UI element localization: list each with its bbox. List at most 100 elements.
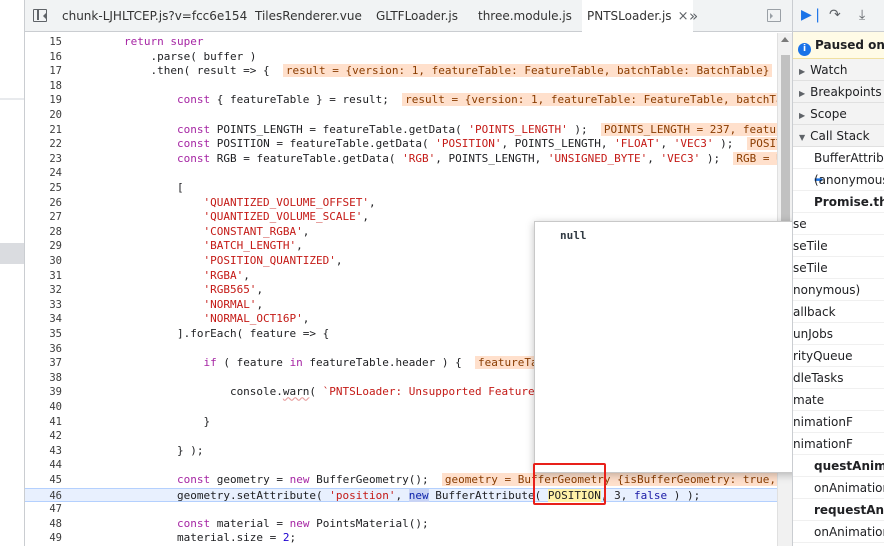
- code-token: .then( result => {: [71, 64, 283, 78]
- call-stack-frame[interactable]: unJobs: [793, 323, 884, 345]
- tab-tilesrenderer[interactable]: TilesRenderer.vue: [255, 0, 362, 32]
- call-stack-frame[interactable]: questAnim: [793, 455, 884, 477]
- call-stack-frame[interactable]: Promise.then: [793, 191, 884, 213]
- line-number[interactable]: 18: [25, 79, 62, 94]
- line-number[interactable]: 29: [25, 239, 62, 254]
- code-line[interactable]: 17 .then( result => { result = {version:…: [25, 64, 777, 79]
- code-token: [: [71, 181, 184, 194]
- line-number[interactable]: 20: [25, 108, 62, 123]
- close-icon[interactable]: ×: [678, 9, 689, 24]
- line-number[interactable]: 17: [25, 64, 62, 79]
- call-stack-frame[interactable]: dleTasks: [793, 367, 884, 389]
- tab-threemodule[interactable]: three.module.js: [478, 0, 572, 32]
- call-stack-frame[interactable]: nimationF: [793, 411, 884, 433]
- code-line[interactable]: 22 const POSITION = featureTable.getData…: [25, 137, 777, 152]
- call-stack-frame[interactable]: allback: [793, 301, 884, 323]
- line-number[interactable]: 41: [25, 415, 62, 430]
- line-number[interactable]: 21: [25, 123, 62, 138]
- line-number[interactable]: 40: [25, 400, 62, 415]
- call-stack-frame[interactable]: onAnimationF: [793, 477, 884, 499]
- line-number[interactable]: 25: [25, 181, 62, 196]
- line-number[interactable]: 37: [25, 356, 62, 371]
- code-line[interactable]: 18: [25, 79, 777, 94]
- more-tabs-icon[interactable]: »: [689, 0, 698, 32]
- line-number[interactable]: 26: [25, 196, 62, 211]
- call-stack-frame[interactable]: nimationF: [793, 433, 884, 455]
- code-line[interactable]: 46 geometry.setAttribute( 'position', ne…: [25, 487, 777, 504]
- line-number[interactable]: 28: [25, 225, 62, 240]
- scroll-up-icon[interactable]: [781, 37, 789, 42]
- line-number[interactable]: 32: [25, 283, 62, 298]
- line-number[interactable]: 38: [25, 371, 62, 386]
- code-text: if ( feature in featureTable.header ) { …: [71, 356, 541, 371]
- code-line[interactable]: 26 'QUANTIZED_VOLUME_OFFSET',: [25, 196, 777, 211]
- toggle-debugger-icon[interactable]: [767, 9, 781, 22]
- code-line[interactable]: 45 const geometry = new BufferGeometry()…: [25, 473, 777, 488]
- resume-icon[interactable]: ▶❘: [801, 7, 824, 23]
- call-stack-frame[interactable]: nonymous): [793, 279, 884, 301]
- toggle-navigator-icon[interactable]: [33, 9, 47, 22]
- line-number[interactable]: 49: [25, 531, 62, 546]
- call-stack-frame[interactable]: seTile: [793, 257, 884, 279]
- code-line[interactable]: 49 material.size = 2;: [25, 531, 777, 546]
- call-stack-frame[interactable]: rityQueue: [793, 345, 884, 367]
- line-number[interactable]: 36: [25, 342, 62, 357]
- call-stack-frame[interactable]: mate: [793, 389, 884, 411]
- code-text: console.warn( `PNTSLoader: Unsupported F…: [71, 385, 535, 400]
- section-breakpoints[interactable]: ▶ Breakpoints: [793, 81, 884, 103]
- line-number[interactable]: 24: [25, 166, 62, 181]
- call-stack-frame[interactable]: BufferAttribut: [793, 147, 884, 169]
- line-number[interactable]: 15: [25, 35, 62, 50]
- line-number[interactable]: 35: [25, 327, 62, 342]
- line-number[interactable]: 23: [25, 152, 62, 167]
- line-number[interactable]: 34: [25, 312, 62, 327]
- tab-gltfloader[interactable]: GLTFLoader.js: [376, 0, 458, 32]
- line-number[interactable]: 45: [25, 473, 62, 488]
- line-number[interactable]: 30: [25, 254, 62, 269]
- call-stack-frame[interactable]: requestAnim: [793, 499, 884, 521]
- navigator-panel: [0, 0, 25, 546]
- step-over-icon[interactable]: ↷: [829, 7, 841, 23]
- code-token: 'QUANTIZED_VOLUME_SCALE': [203, 210, 363, 224]
- line-number[interactable]: 16: [25, 50, 62, 65]
- call-stack-frame[interactable]: seTile: [793, 235, 884, 257]
- code-line[interactable]: 21 const POINTS_LENGTH = featureTable.ge…: [25, 122, 777, 138]
- code-line[interactable]: 25 [: [25, 181, 777, 196]
- line-number[interactable]: 27: [25, 210, 62, 225]
- line-number[interactable]: 39: [25, 385, 62, 400]
- tab-chunk[interactable]: chunk-LJHLTCEP.js?v=fcc6e154: [62, 0, 247, 32]
- code-line[interactable]: 19 const { featureTable } = result; resu…: [25, 93, 777, 108]
- section-label: Watch: [810, 63, 848, 77]
- line-number[interactable]: 46: [25, 489, 62, 504]
- line-number[interactable]: 33: [25, 298, 62, 313]
- code-token: ].forEach( feature => {: [71, 327, 330, 340]
- code-line[interactable]: 23 const RGB = featureTable.getData( 'RG…: [25, 151, 777, 167]
- code-text: const { featureTable } = result; result …: [71, 93, 777, 108]
- section-scope[interactable]: ▶ Scope: [793, 103, 884, 125]
- code-line[interactable]: 16 .parse( buffer ): [25, 50, 777, 65]
- code-line[interactable]: 48 const material = new PointsMaterial()…: [25, 517, 777, 532]
- code-line[interactable]: 20: [25, 108, 777, 123]
- call-stack-frame[interactable]: onAnimationF: [793, 521, 884, 543]
- line-number[interactable]: 47: [25, 502, 62, 517]
- code-line[interactable]: 47: [25, 502, 777, 517]
- tab-label: GLTFLoader.js: [376, 9, 458, 23]
- line-number[interactable]: 44: [25, 458, 62, 473]
- line-number[interactable]: 43: [25, 444, 62, 459]
- call-stack-frame[interactable]: se: [793, 213, 884, 235]
- call-stack-frame[interactable]: ➡(anonymous): [793, 169, 884, 191]
- line-number[interactable]: 19: [25, 93, 62, 108]
- line-number[interactable]: 48: [25, 517, 62, 532]
- line-number[interactable]: 42: [25, 429, 62, 444]
- step-into-icon[interactable]: ⤓: [859, 7, 865, 23]
- line-number[interactable]: 31: [25, 269, 62, 284]
- section-call-stack[interactable]: ▼ Call Stack: [793, 125, 884, 147]
- section-watch[interactable]: ▶ Watch: [793, 59, 884, 81]
- paused-banner: i Paused on breakpoint: [793, 32, 884, 59]
- line-number[interactable]: 22: [25, 137, 62, 152]
- navigator-selected-item[interactable]: [0, 243, 24, 264]
- code-line[interactable]: 15 return super: [25, 35, 777, 50]
- tab-pntsloader[interactable]: PNTSLoader.js ×: [582, 0, 694, 32]
- code-line[interactable]: 24: [25, 166, 777, 181]
